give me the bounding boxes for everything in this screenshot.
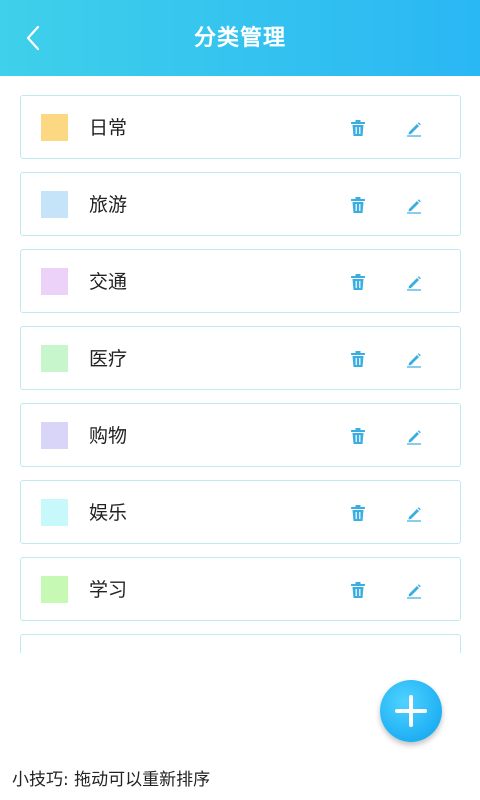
category-item[interactable] xyxy=(20,634,461,653)
category-item[interactable]: 娱乐 xyxy=(20,480,461,544)
category-name: 购物 xyxy=(89,425,128,447)
trash-icon xyxy=(351,428,365,444)
category-name: 日常 xyxy=(89,117,128,139)
category-item[interactable]: 医疗 xyxy=(20,326,461,390)
category-item[interactable]: 旅游 xyxy=(20,172,461,236)
pencil-icon xyxy=(407,199,421,214)
edit-category-button[interactable] xyxy=(403,502,425,524)
category-name: 学习 xyxy=(89,579,128,601)
delete-category-button[interactable] xyxy=(347,271,369,293)
edit-category-button[interactable] xyxy=(403,348,425,370)
edit-category-button[interactable] xyxy=(403,117,425,139)
add-category-button[interactable] xyxy=(380,680,442,742)
delete-category-button[interactable] xyxy=(347,579,369,601)
category-name: 娱乐 xyxy=(89,502,128,524)
category-color-swatch xyxy=(41,345,68,372)
delete-category-button[interactable] xyxy=(347,502,369,524)
trash-icon xyxy=(351,274,365,290)
category-management-screen: 分类管理 日常旅游交通医疗购物娱乐学习 小技巧: 拖动可以重新排序 xyxy=(0,0,480,800)
trash-icon xyxy=(351,351,365,367)
category-color-swatch xyxy=(41,268,68,295)
category-list[interactable]: 日常旅游交通医疗购物娱乐学习 xyxy=(20,95,461,653)
top-app-bar: 分类管理 xyxy=(0,0,480,76)
delete-category-button[interactable] xyxy=(347,117,369,139)
pencil-icon xyxy=(407,122,421,137)
category-color-swatch xyxy=(41,499,68,526)
category-color-swatch xyxy=(41,422,68,449)
edit-category-button[interactable] xyxy=(403,425,425,447)
category-name: 交通 xyxy=(89,271,128,293)
pencil-icon xyxy=(407,584,421,599)
category-item[interactable]: 日常 xyxy=(20,95,461,159)
drag-tip-text: 小技巧: 拖动可以重新排序 xyxy=(12,770,211,790)
category-color-swatch xyxy=(41,114,68,141)
category-name: 医疗 xyxy=(89,348,128,370)
pencil-icon xyxy=(407,276,421,291)
edit-category-button[interactable] xyxy=(403,271,425,293)
edit-category-button[interactable] xyxy=(403,194,425,216)
category-color-swatch xyxy=(41,191,68,218)
pencil-icon xyxy=(407,353,421,368)
category-item[interactable]: 学习 xyxy=(20,557,461,621)
category-item[interactable]: 购物 xyxy=(20,403,461,467)
category-color-swatch xyxy=(41,576,68,603)
category-name: 旅游 xyxy=(89,194,128,216)
delete-category-button[interactable] xyxy=(347,194,369,216)
pencil-icon xyxy=(407,507,421,522)
delete-category-button[interactable] xyxy=(347,425,369,447)
plus-icon xyxy=(395,695,427,727)
trash-icon xyxy=(351,120,365,136)
trash-icon xyxy=(351,505,365,521)
pencil-icon xyxy=(407,430,421,445)
category-item[interactable]: 交通 xyxy=(20,249,461,313)
trash-icon xyxy=(351,582,365,598)
edit-category-button[interactable] xyxy=(403,579,425,601)
page-title: 分类管理 xyxy=(193,26,286,51)
delete-category-button[interactable] xyxy=(347,348,369,370)
trash-icon xyxy=(351,197,365,213)
